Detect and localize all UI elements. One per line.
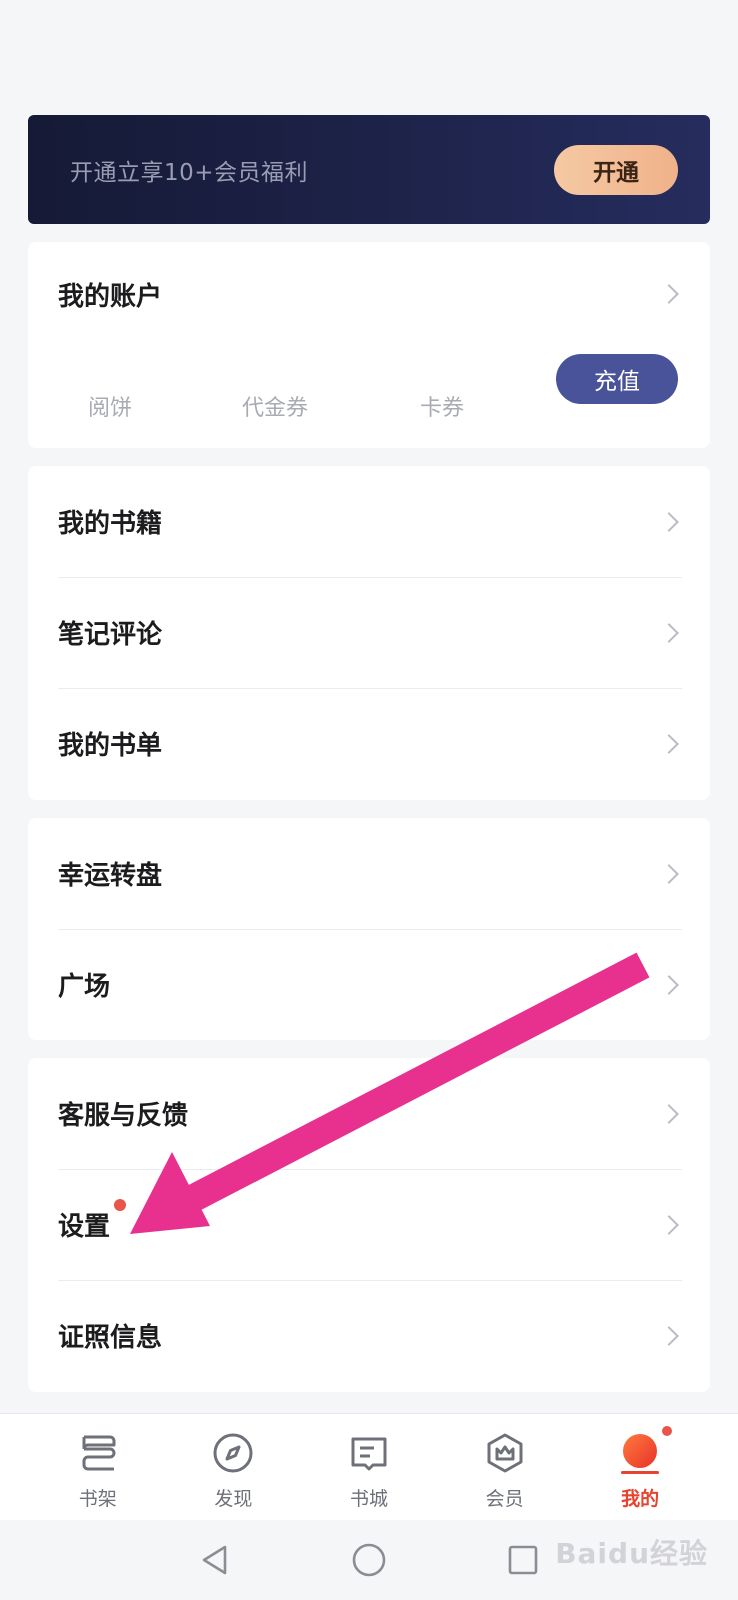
chevron-right-icon	[659, 284, 679, 304]
tab-vip[interactable]: 会员	[455, 1414, 555, 1511]
tab-label: 书架	[78, 1488, 117, 1510]
chevron-right-icon	[659, 1214, 679, 1235]
vip-banner-text: 开通立享10+会员福利	[70, 159, 309, 186]
vip-open-button[interactable]: 开通	[554, 144, 678, 195]
compass-icon	[210, 1430, 256, 1476]
menu-item-label: 幸运转盘	[58, 861, 163, 891]
chevron-right-icon	[659, 863, 679, 884]
menu-item-license-info[interactable]: 证照信息	[28, 1280, 710, 1391]
nav-back-button[interactable]	[138, 1543, 292, 1577]
menu-group-support: 客服与反馈 设置 证照信息	[28, 1058, 710, 1392]
stat-coupon[interactable]: 卡券	[420, 390, 464, 422]
menu-item-notes-comments[interactable]: 笔记评论	[28, 577, 710, 688]
book-icon	[346, 1430, 392, 1476]
tab-discover[interactable]: 发现	[183, 1414, 283, 1511]
tab-label: 会员	[485, 1488, 524, 1510]
tab-label: 书城	[349, 1488, 388, 1510]
nav-home-button[interactable]	[292, 1542, 446, 1578]
bookshelf-icon	[75, 1430, 121, 1476]
tab-bookstore[interactable]: 书城	[319, 1414, 419, 1511]
profile-icon	[617, 1430, 663, 1476]
chevron-right-icon	[659, 622, 679, 643]
menu-group-activities: 幸运转盘 广场	[28, 818, 710, 1040]
my-account-label: 我的账户	[58, 281, 163, 312]
stat-voucher[interactable]: 代金券	[242, 390, 308, 422]
recharge-button[interactable]: 充值	[556, 354, 678, 404]
tab-label: 我的	[621, 1488, 660, 1510]
stat-yuebing[interactable]: 阅饼	[88, 390, 132, 422]
menu-item-lucky-wheel[interactable]: 幸运转盘	[28, 818, 710, 929]
chevron-right-icon	[659, 511, 679, 532]
menu-item-service-feedback[interactable]: 客服与反馈	[28, 1058, 710, 1169]
menu-item-label: 我的书单	[58, 731, 163, 761]
chevron-right-icon	[659, 974, 679, 995]
bottom-tab-bar: 书架 发现 书城 会员 我的	[0, 1413, 738, 1520]
chevron-right-icon	[659, 1103, 679, 1124]
settings-badge-dot	[114, 1199, 126, 1211]
chevron-right-icon	[659, 733, 679, 754]
menu-item-my-booklist[interactable]: 我的书单	[28, 688, 710, 799]
menu-item-label: 我的书籍	[58, 509, 163, 539]
tab-bookshelf[interactable]: 书架	[48, 1414, 148, 1511]
baidu-watermark: Baidu经验	[555, 1537, 708, 1570]
menu-item-square[interactable]: 广场	[28, 929, 710, 1040]
recents-square-icon	[508, 1545, 538, 1575]
menu-item-my-books[interactable]: 我的书籍	[28, 466, 710, 577]
menu-item-label: 客服与反馈	[58, 1101, 189, 1131]
vip-banner[interactable]: 开通立享10+会员福利 开通	[28, 115, 710, 224]
my-account-row[interactable]: 我的账户	[28, 242, 710, 346]
chevron-right-icon	[659, 1325, 679, 1346]
mine-badge-dot	[660, 1424, 675, 1438]
menu-item-settings[interactable]: 设置	[28, 1169, 710, 1280]
menu-item-label: 证照信息	[58, 1323, 163, 1353]
home-circle-icon	[352, 1543, 386, 1577]
back-triangle-icon	[202, 1545, 227, 1575]
menu-item-label: 笔记评论	[58, 620, 163, 650]
tab-mine[interactable]: 我的	[590, 1414, 690, 1511]
menu-group-books: 我的书籍 笔记评论 我的书单	[28, 466, 710, 800]
tab-label: 发现	[214, 1488, 253, 1510]
vip-crown-icon	[482, 1430, 528, 1476]
menu-item-label: 广场	[58, 972, 111, 1002]
menu-item-label: 设置	[58, 1212, 111, 1242]
account-card: 我的账户 阅饼 代金券 卡券 充值	[28, 242, 710, 448]
